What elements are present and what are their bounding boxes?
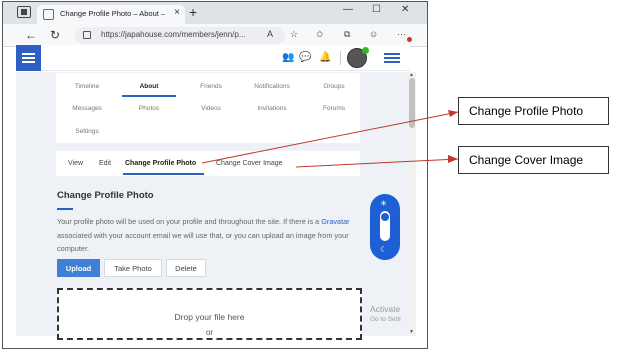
profile-photo-arrowhead bbox=[448, 110, 458, 117]
callout-arrows bbox=[201, 110, 459, 168]
callout-change-profile-photo: Change Profile Photo bbox=[458, 97, 609, 125]
profile-photo-arrow bbox=[201, 111, 459, 164]
cover-image-arrowhead bbox=[448, 155, 458, 163]
cover-image-arrow bbox=[295, 158, 459, 168]
callout-change-cover-image: Change Cover Image bbox=[458, 146, 609, 174]
